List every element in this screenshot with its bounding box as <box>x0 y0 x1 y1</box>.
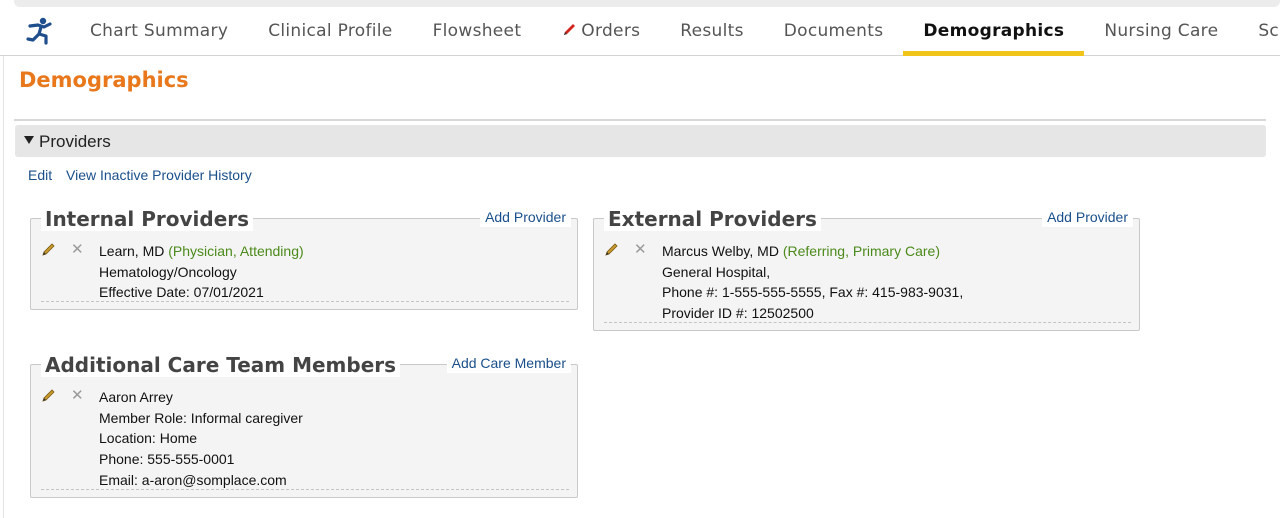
entry-icons: ✕ <box>41 241 101 261</box>
tab-demographics[interactable]: Demographics <box>903 7 1085 56</box>
member-name: Aaron Arrey <box>99 389 173 405</box>
tab-chart-summary[interactable]: Chart Summary <box>70 7 248 55</box>
title-divider <box>14 119 1266 121</box>
box-title: Additional Care Team Members <box>41 353 401 377</box>
remove-x-icon[interactable]: ✕ <box>71 386 84 404</box>
tab-label: Documents <box>783 21 884 41</box>
tab-flowsheet[interactable]: Flowsheet <box>413 7 542 55</box>
entry-icons: ✕ <box>41 387 101 407</box>
member-email: Email: a-aron@somplace.com <box>99 471 287 488</box>
care-member-entry: ✕ Aaron Arrey Member Role: Informal care… <box>41 387 569 490</box>
tab-label: Nursing Care <box>1104 21 1219 41</box>
entry-details: Learn, MD (Physician, Attending) Hematol… <box>99 241 569 303</box>
provider-entry: ✕ Learn, MD (Physician, Attending) Hemat… <box>41 241 569 302</box>
provider-name: Marcus Welby, MD <box>662 243 779 259</box>
tab-nursing-care[interactable]: Nursing Care <box>1084 7 1238 55</box>
provider-effective-date: Effective Date: 07/01/2021 <box>99 284 264 301</box>
tab-label: Sch <box>1258 21 1280 41</box>
providers-section-header[interactable]: Providers <box>15 125 1266 157</box>
tab-schedule[interactable]: Sch <box>1238 7 1280 55</box>
provider-entry: ✕ Marcus Welby, MD (Referring, Primary C… <box>604 241 1131 323</box>
nav-tabs: Chart Summary Clinical Profile Flowsheet… <box>70 7 1280 56</box>
care-team-box: Additional Care Team Members Add Care Me… <box>30 353 578 498</box>
main-nav: Chart Summary Clinical Profile Flowsheet… <box>0 7 1280 56</box>
orders-pencil-icon <box>564 24 576 35</box>
provider-contact: Phone #: 1-555-555-5555, Fax #: 415-983-… <box>662 284 964 301</box>
add-external-provider-link[interactable]: Add Provider <box>1042 207 1133 227</box>
member-role: Member Role: Informal caregiver <box>99 409 303 426</box>
member-phone: Phone: 555-555-0001 <box>99 451 235 468</box>
tab-clinical-profile[interactable]: Clinical Profile <box>248 7 412 55</box>
internal-providers-box: Internal Providers Add Provider ✕ Learn,… <box>30 207 578 310</box>
page-title: Demographics <box>19 68 189 92</box>
tab-label: Orders <box>581 21 641 41</box>
provider-roles: (Referring, Primary Care) <box>782 243 940 259</box>
entry-icons: ✕ <box>604 241 664 261</box>
edit-pencil-icon[interactable] <box>41 387 57 403</box>
provider-actions: Edit View Inactive Provider History <box>28 167 262 183</box>
view-inactive-history-link[interactable]: View Inactive Provider History <box>66 167 252 183</box>
provider-specialty: Hematology/Oncology <box>99 263 237 280</box>
section-label: Providers <box>39 132 111 151</box>
entry-details: Marcus Welby, MD (Referring, Primary Car… <box>662 241 1131 324</box>
add-internal-provider-link[interactable]: Add Provider <box>480 207 571 227</box>
tab-documents[interactable]: Documents <box>764 7 904 55</box>
tab-label: Flowsheet <box>432 21 522 41</box>
remove-x-icon[interactable]: ✕ <box>634 240 647 258</box>
member-location: Location: Home <box>99 430 198 447</box>
top-strip <box>14 0 1280 7</box>
tab-results[interactable]: Results <box>660 7 763 55</box>
caret-down-icon <box>24 136 34 144</box>
box-title: External Providers <box>604 207 821 231</box>
provider-organization: General Hospital, <box>662 263 771 280</box>
edit-link[interactable]: Edit <box>28 167 52 183</box>
tab-label: Clinical Profile <box>268 21 393 41</box>
running-figure-logo-icon[interactable] <box>24 16 56 46</box>
external-providers-box: External Providers Add Provider ✕ Marcus… <box>593 207 1140 331</box>
remove-x-icon[interactable]: ✕ <box>71 240 84 258</box>
provider-name: Learn, MD <box>99 243 165 259</box>
entry-details: Aaron Arrey Member Role: Informal caregi… <box>99 387 569 491</box>
edit-pencil-icon[interactable] <box>604 241 620 257</box>
add-care-member-link[interactable]: Add Care Member <box>446 353 571 373</box>
box-title: Internal Providers <box>41 207 254 231</box>
tab-label: Demographics <box>923 21 1065 41</box>
tab-label: Results <box>680 21 744 41</box>
tab-orders[interactable]: Orders <box>541 7 660 55</box>
left-border <box>3 56 4 518</box>
edit-pencil-icon[interactable] <box>41 241 57 257</box>
provider-roles: (Physician, Attending) <box>168 243 304 259</box>
tab-label: Chart Summary <box>90 21 229 41</box>
provider-id: Provider ID #: 12502500 <box>662 305 814 322</box>
